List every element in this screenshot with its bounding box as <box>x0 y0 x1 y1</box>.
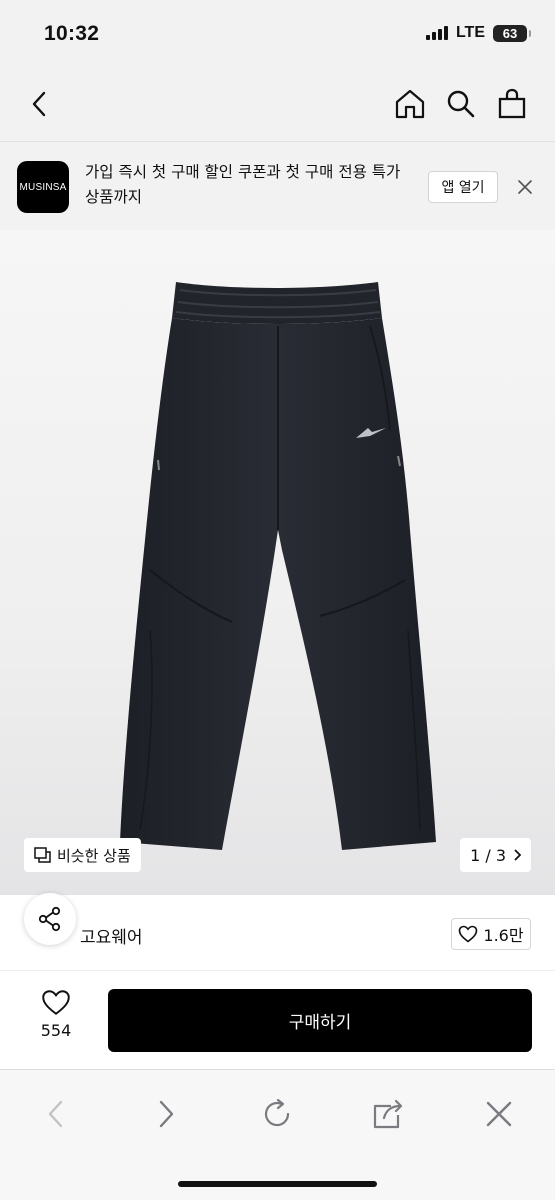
shop-name[interactable]: 고요웨어 <box>80 923 143 948</box>
similar-products-label: 비슷한 상품 <box>57 846 131 865</box>
browser-share-icon[interactable] <box>366 1092 410 1136</box>
banner-message: 가입 즉시 첫 구매 할인 쿠폰과 첫 구매 전용 특가 상품까지 <box>85 163 401 206</box>
close-icon[interactable] <box>514 176 536 198</box>
reload-icon[interactable] <box>255 1092 299 1136</box>
image-page-indicator[interactable]: 1 / 3 <box>460 838 531 872</box>
open-app-button[interactable]: 앱 열기 <box>428 171 498 203</box>
shop-info-row: 고요웨어 1.6만 <box>0 893 555 971</box>
browser-close-icon[interactable] <box>477 1092 521 1136</box>
purchase-bar: 554 구매하기 <box>0 971 555 1069</box>
shop-like-button[interactable]: 1.6만 <box>451 918 531 950</box>
similar-products-button[interactable]: 비슷한 상품 <box>24 838 141 872</box>
wish-button[interactable]: 554 <box>20 989 92 1051</box>
browser-toolbar <box>0 1069 555 1200</box>
status-time: 10:32 <box>44 22 100 45</box>
battery-level: 63 <box>502 25 518 41</box>
status-bar: 10:32 LTE 63 <box>0 0 555 68</box>
battery-icon: 63 <box>493 24 531 42</box>
home-icon[interactable] <box>390 84 430 124</box>
page-indicator-text: 1 / 3 <box>470 845 506 865</box>
buy-button[interactable]: 구매하기 <box>108 989 532 1052</box>
chevron-right-icon <box>514 849 521 861</box>
search-icon[interactable] <box>441 84 481 124</box>
shopping-bag-icon[interactable] <box>492 84 532 124</box>
network-type: LTE <box>455 24 485 41</box>
heart-icon <box>42 990 70 1015</box>
copy-icon <box>34 847 51 863</box>
back-icon[interactable] <box>20 84 60 124</box>
browser-back-icon[interactable] <box>34 1092 78 1136</box>
share-button[interactable] <box>24 893 76 945</box>
share-icon <box>38 906 61 932</box>
top-nav-bar <box>0 68 555 142</box>
status-indicators: LTE 63 <box>425 24 531 42</box>
heart-icon <box>459 925 478 943</box>
home-indicator <box>178 1181 377 1187</box>
wish-count: 554 <box>40 1021 72 1040</box>
shop-like-count: 1.6만 <box>483 926 524 945</box>
pants-illustration <box>120 282 436 850</box>
musinsa-logo: MUSINSA <box>17 161 69 213</box>
browser-forward-icon[interactable] <box>144 1092 188 1136</box>
product-image[interactable]: 비슷한 상품 1 / 3 <box>0 230 555 895</box>
signal-icon <box>425 26 448 40</box>
app-install-banner: MUSINSA 가입 즉시 첫 구매 할인 쿠폰과 첫 구매 전용 특가 상품까… <box>0 142 555 230</box>
